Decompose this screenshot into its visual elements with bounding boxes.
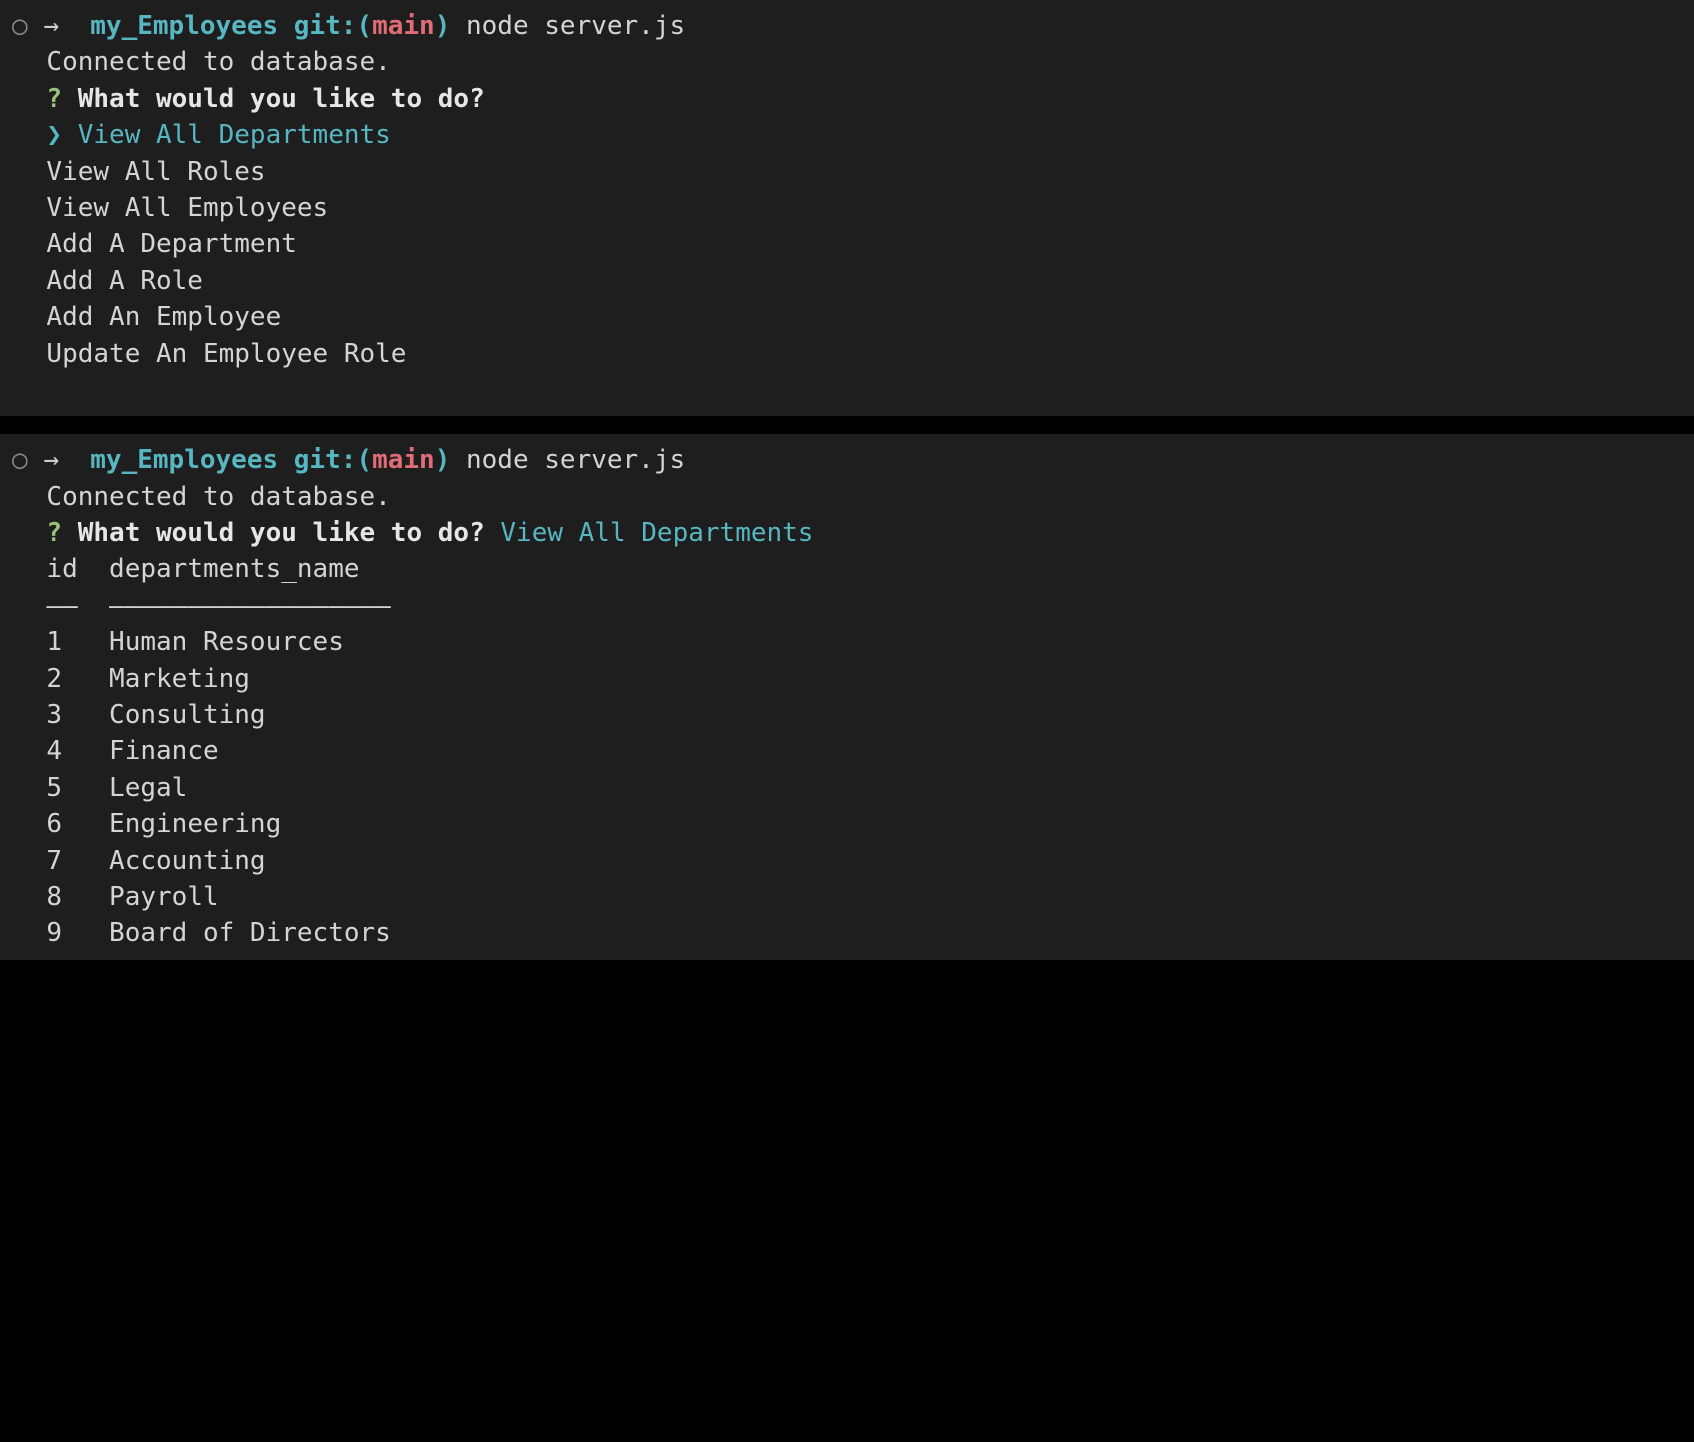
inquirer-question: ? What would you like to do? [12,81,1682,117]
row-id: 2 [46,664,62,694]
table-row: 7 Accounting [12,843,1682,879]
divider-col2: —————————————————— [109,591,391,621]
table-row: 1 Human Resources [12,624,1682,660]
row-name: Finance [109,736,219,766]
connected-message: Connected to database. [12,44,1682,80]
folder-name: my_Employees [90,11,278,41]
inquirer-question-answered: ? What would you like to do? View All De… [12,515,1682,551]
connected-message: Connected to database. [12,479,1682,515]
terminal-panel-1[interactable]: ○ → my_Employees git:(main) node server.… [0,0,1694,416]
open-paren: ( [356,445,372,475]
row-id: 8 [46,882,62,912]
table-divider: —— —————————————————— [12,588,1682,624]
option-label: View All Employees [46,193,328,223]
table-row: 3 Consulting [12,697,1682,733]
menu-option-selected[interactable]: ❯ View All Departments [12,117,1682,153]
row-id: 6 [46,809,62,839]
table-row: 5 Legal [12,770,1682,806]
menu-option[interactable]: Add A Role [12,263,1682,299]
git-label: git: [294,11,357,41]
blank-line [12,372,1682,408]
row-name: Payroll [109,882,219,912]
option-label: Add A Role [46,266,203,296]
caret-icon: ❯ [46,120,62,150]
terminal-panel-2[interactable]: ○ → my_Employees git:(main) node server.… [0,434,1694,959]
question-text: What would you like to do? [78,84,485,114]
row-name: Marketing [109,664,250,694]
shell-prompt-line: ○ → my_Employees git:(main) node server.… [12,442,1682,478]
menu-option[interactable]: View All Roles [12,154,1682,190]
git-label: git: [294,445,357,475]
command-text: node server.js [466,445,685,475]
question-mark-icon: ? [46,518,62,548]
menu-option[interactable]: Add An Employee [12,299,1682,335]
menu-option[interactable]: Add A Department [12,226,1682,262]
row-id: 9 [46,918,62,948]
question-text: What would you like to do? [78,518,485,548]
row-id: 1 [46,627,62,657]
circle-icon: ○ [12,8,28,44]
option-label: Add A Department [46,229,296,259]
row-name: Accounting [109,846,266,876]
table-row: 2 Marketing [12,661,1682,697]
row-id: 3 [46,700,62,730]
shell-prompt-line: ○ → my_Employees git:(main) node server.… [12,8,1682,44]
table-row: 4 Finance [12,733,1682,769]
table-header-row: id departments_name [12,551,1682,587]
row-name: Engineering [109,809,281,839]
option-label: Add An Employee [46,302,281,332]
git-branch: main [372,445,435,475]
menu-option[interactable]: View All Employees [12,190,1682,226]
row-id: 5 [46,773,62,803]
chosen-answer: View All Departments [500,518,813,548]
question-mark-icon: ? [46,84,62,114]
row-id: 4 [46,736,62,766]
divider-col1: —— [46,591,77,621]
close-paren: ) [435,445,451,475]
option-label: Update An Employee Role [46,339,406,369]
git-branch: main [372,11,435,41]
table-row: 9 Board of Directors [12,915,1682,951]
close-paren: ) [435,11,451,41]
table-header-id: id [46,554,77,584]
open-paren: ( [356,11,372,41]
option-label: View All Roles [46,157,265,187]
row-name: Board of Directors [109,918,391,948]
table-header-name: departments_name [109,554,359,584]
row-name: Consulting [109,700,266,730]
menu-option[interactable]: Update An Employee Role [12,336,1682,372]
row-name: Human Resources [109,627,344,657]
row-name: Legal [109,773,187,803]
circle-icon: ○ [12,442,28,478]
folder-name: my_Employees [90,445,278,475]
arrow-icon: → [43,445,59,475]
command-text: node server.js [466,11,685,41]
table-row: 6 Engineering [12,806,1682,842]
row-id: 7 [46,846,62,876]
arrow-icon: → [43,11,59,41]
table-row: 8 Payroll [12,879,1682,915]
selected-option-label: View All Departments [78,120,391,150]
